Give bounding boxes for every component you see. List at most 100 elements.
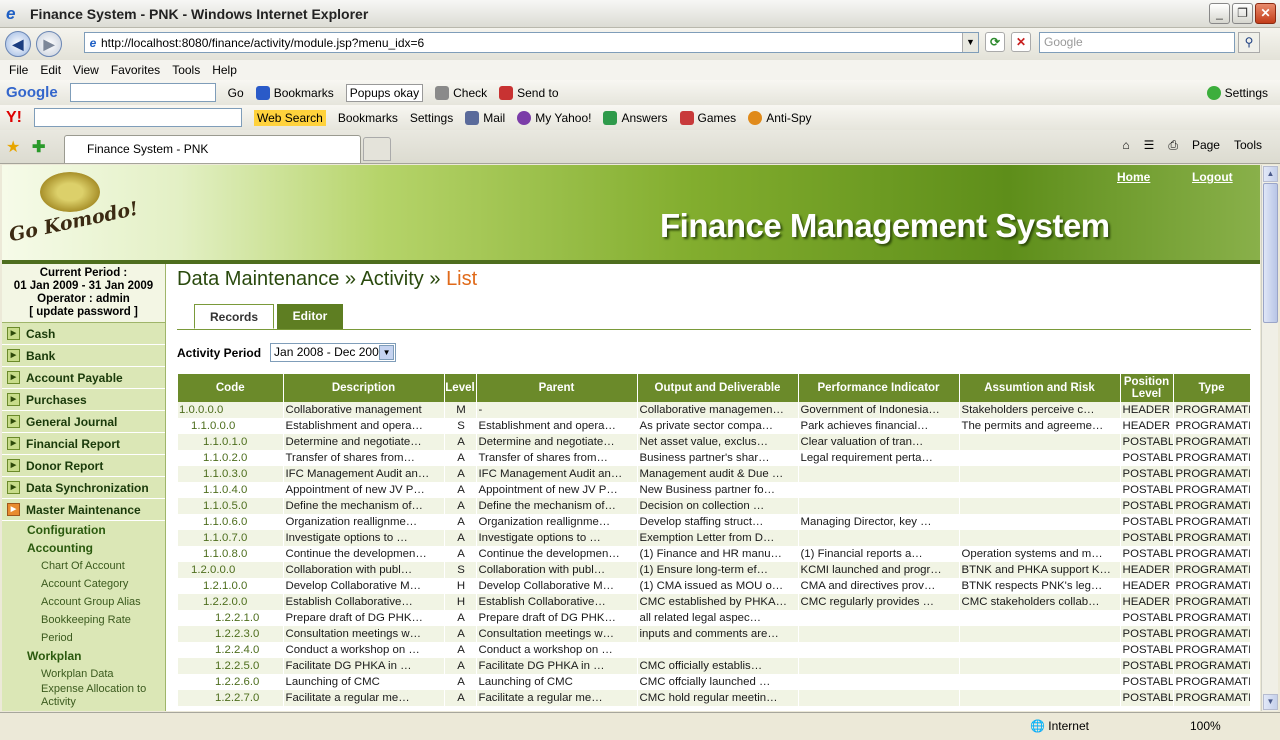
table-row[interactable]: 1.1.0.5.0 Define the mechanism of… A Define… xyxy=(178,498,1251,514)
google-go-button[interactable]: Go xyxy=(228,86,244,100)
menu-help[interactable]: Help xyxy=(212,63,237,77)
tab-editor[interactable]: Editor xyxy=(277,304,343,329)
sidebar-item-purchases[interactable]: ▶ Purchases xyxy=(2,389,165,411)
table-row[interactable]: 1.2.2.0.0 Establish Collaborative… H Establ… xyxy=(178,594,1251,610)
sidebar-item-account-payable[interactable]: ▶ Account Payable xyxy=(2,367,165,389)
mail-button[interactable]: Mail xyxy=(465,110,505,125)
menu-edit[interactable]: Edit xyxy=(40,63,61,77)
yahoo-search-input[interactable] xyxy=(34,108,242,127)
table-row[interactable]: 1.1.0.8.0 Continue the developmen… A Contin… xyxy=(178,546,1251,562)
restore-button[interactable]: ❐ xyxy=(1232,3,1253,24)
tab-records[interactable]: Records xyxy=(194,304,274,329)
search-icon[interactable]: ⚲ xyxy=(1238,32,1260,53)
favorites-star-icon[interactable]: ★ xyxy=(6,137,20,157)
table-cell: Continue the developmen… xyxy=(476,546,638,562)
table-row[interactable]: 1.0.0.0.0 Collaborative management M - Colla… xyxy=(178,402,1251,418)
sidebar-item-bank[interactable]: ▶ Bank xyxy=(2,345,165,367)
table-row[interactable]: 1.2.2.5.0 Facilitate DG PHKA in … A Facilit… xyxy=(178,658,1251,674)
google-bookmarks-button[interactable]: Bookmarks xyxy=(255,85,334,100)
yahoo-settings-button[interactable]: Settings xyxy=(410,111,453,125)
add-favorite-icon[interactable]: ✚ xyxy=(32,137,45,157)
new-tab-button[interactable] xyxy=(363,137,391,161)
table-row[interactable]: 1.2.2.7.0 Facilitate a regular me… A Facili… xyxy=(178,690,1251,706)
antispy-button[interactable]: Anti-Spy xyxy=(748,110,812,125)
web-search-button[interactable]: Web Search xyxy=(254,109,326,126)
sidebar-link-bookkeeping-rate[interactable]: Bookkeeping Rate xyxy=(2,611,165,629)
table-row[interactable]: 1.1.0.7.0 Investigate options to … A Invest… xyxy=(178,530,1251,546)
table-row[interactable]: 1.1.0.3.0 IFC Management Audit an… A IFC Ma… xyxy=(178,466,1251,482)
my-yahoo-button[interactable]: My Yahoo! xyxy=(517,110,591,125)
table-row[interactable]: 1.1.0.1.0 Determine and negotiate… A Determ… xyxy=(178,434,1251,450)
table-row[interactable]: 1.2.1.0.0 Develop Collaborative M… H Develo… xyxy=(178,578,1251,594)
activity-period-select[interactable]: Jan 2008 - Dec 2008 ▼ xyxy=(270,343,397,362)
feeds-icon[interactable]: ☰ xyxy=(1144,138,1155,153)
breadcrumb-data-maintenance[interactable]: Data Maintenance xyxy=(177,268,339,290)
table-cell: CMC hold regular meetin… xyxy=(637,690,799,706)
answers-button[interactable]: Answers xyxy=(603,110,668,125)
update-password-link[interactable]: [ update password ] xyxy=(4,306,163,319)
table-row[interactable]: 1.2.2.4.0 Conduct a workshop on … A Conduct… xyxy=(178,642,1251,658)
popups-button[interactable]: Popups okay xyxy=(345,83,424,102)
home-icon[interactable]: ⌂ xyxy=(1122,138,1129,153)
check-button[interactable]: Check xyxy=(435,85,487,100)
table-row[interactable]: 1.1.0.0.0 Establishment and opera… S Establ… xyxy=(178,418,1251,434)
sidebar-link-account-category[interactable]: Account Category xyxy=(2,575,165,593)
tools-menu-button[interactable]: Tools xyxy=(1234,138,1262,153)
home-link[interactable]: Home xyxy=(1117,170,1150,184)
table-row[interactable]: 1.2.2.1.0 Prepare draft of DG PHK… A Prepar… xyxy=(178,610,1251,626)
minimize-button[interactable]: _ xyxy=(1209,3,1230,24)
menu-tools[interactable]: Tools xyxy=(172,63,200,77)
sidebar-link-expense-allocation[interactable]: Expense Allocation to Activity xyxy=(2,683,165,709)
breadcrumb-activity[interactable]: Activity xyxy=(360,268,423,290)
page-menu-button[interactable]: Page xyxy=(1192,138,1220,153)
sidebar-link-period[interactable]: Period xyxy=(2,629,165,647)
stop-icon[interactable]: ✕ xyxy=(1011,32,1031,52)
table-cell: Appointment of new JV P… xyxy=(283,482,445,498)
menu-view[interactable]: View xyxy=(73,63,99,77)
column-header: Output and Deliverable xyxy=(637,374,799,402)
table-cell: POSTABLE xyxy=(1120,690,1174,706)
table-cell: A xyxy=(444,514,477,530)
menu-file[interactable]: File xyxy=(9,63,28,77)
sidebar-item-donor-report[interactable]: ▶ Donor Report xyxy=(2,455,165,477)
close-button[interactable]: ✕ xyxy=(1255,3,1276,24)
sidebar-item-cash[interactable]: ▶ Cash xyxy=(2,323,165,345)
address-dropdown[interactable]: ▼ xyxy=(962,33,978,52)
sidebar-item-financial-report[interactable]: ▶ Financial Report xyxy=(2,433,165,455)
sidebar-sub-configuration[interactable]: Configuration xyxy=(2,521,165,539)
refresh-icon[interactable]: ⟳ xyxy=(985,32,1005,52)
sidebar-item-general-journal[interactable]: ▶ General Journal xyxy=(2,411,165,433)
address-input[interactable]: e http://localhost:8080/finance/activity… xyxy=(84,32,979,53)
scroll-thumb[interactable] xyxy=(1263,183,1278,323)
zoom-level[interactable]: 100% xyxy=(1190,719,1221,733)
table-cell: Management audit & Due … xyxy=(637,466,799,482)
menu-favorites[interactable]: Favorites xyxy=(111,63,160,77)
sidebar-link-account-group-alias[interactable]: Account Group Alias xyxy=(2,593,165,611)
table-row[interactable]: 1.2.0.0.0 Collaboration with publ… S Collab… xyxy=(178,562,1251,578)
table-row[interactable]: 1.1.0.4.0 Appointment of new JV P… A Appoin… xyxy=(178,482,1251,498)
google-search-input[interactable] xyxy=(69,83,216,102)
back-button[interactable]: ◀ xyxy=(5,31,31,57)
sidebar-item-data-sync[interactable]: ▶ Data Synchronization xyxy=(2,477,165,499)
sidebar-item-master-maintenance[interactable]: ▶ Master Maintenance xyxy=(2,499,165,521)
google-settings-button[interactable]: Settings xyxy=(1206,85,1268,100)
table-row[interactable]: 1.1.0.6.0 Organization reallignme… A Organi… xyxy=(178,514,1251,530)
sidebar-link-chart-of-account[interactable]: Chart Of Account xyxy=(2,557,165,575)
scroll-down-icon[interactable]: ▼ xyxy=(1263,694,1278,710)
sidebar-sub-workplan[interactable]: Workplan xyxy=(2,647,165,665)
search-input[interactable]: Google xyxy=(1039,32,1235,53)
sidebar-link-workplan-data[interactable]: Workplan Data xyxy=(2,665,165,683)
forward-button[interactable]: ▶ xyxy=(36,31,62,57)
sidebar-sub-accounting[interactable]: Accounting xyxy=(2,539,165,557)
table-row[interactable]: 1.1.0.2.0 Transfer of shares from… A Transf… xyxy=(178,450,1251,466)
sendto-button[interactable]: Send to xyxy=(499,85,559,100)
scroll-up-icon[interactable]: ▲ xyxy=(1263,166,1278,182)
table-row[interactable]: 1.2.2.3.0 Consultation meetings w… A Consul… xyxy=(178,626,1251,642)
page-scrollbar[interactable]: ▲ ▼ xyxy=(1261,165,1278,711)
tab-finance-system[interactable]: Finance System - PNK xyxy=(64,135,361,163)
logout-link[interactable]: Logout xyxy=(1192,170,1233,184)
table-row[interactable]: 1.2.2.6.0 Launching of CMC A Launching of C… xyxy=(178,674,1251,690)
games-button[interactable]: Games xyxy=(679,110,736,125)
print-icon[interactable]: ⎙ xyxy=(1168,138,1178,153)
yahoo-bookmarks-button[interactable]: Bookmarks xyxy=(338,111,398,125)
